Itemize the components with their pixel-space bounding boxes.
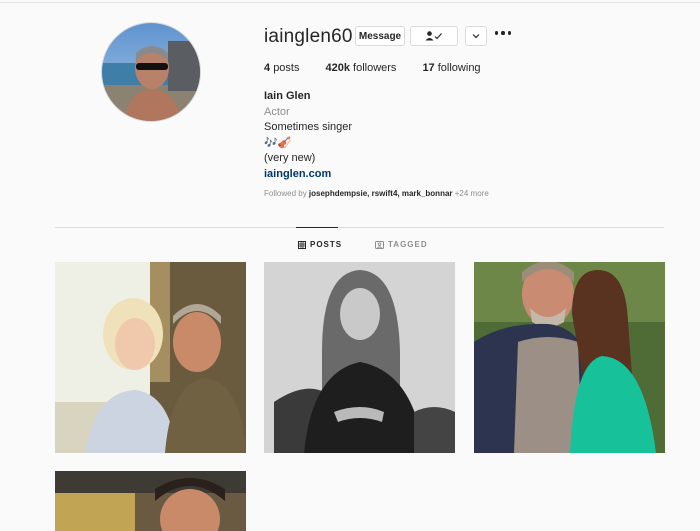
- post-thumbnail[interactable]: [474, 262, 665, 453]
- bio-line: Sometimes singer: [264, 121, 353, 133]
- post-thumbnail[interactable]: [55, 262, 246, 453]
- full-name: Iain Glen: [264, 90, 311, 102]
- followers-stat[interactable]: 420k followers: [325, 62, 396, 74]
- post-thumbnail[interactable]: [55, 471, 246, 531]
- more-options-icon[interactable]: [495, 31, 511, 37]
- posts-stat: 4 posts: [264, 62, 300, 74]
- followed-by[interactable]: Followed by josephdempsie, rswift4, mark…: [264, 189, 489, 198]
- post-thumbnail[interactable]: [264, 262, 455, 453]
- tabs-divider: [55, 227, 664, 228]
- profile-avatar[interactable]: [101, 22, 201, 122]
- chevron-down-icon: [472, 34, 480, 39]
- following-button[interactable]: [410, 26, 458, 46]
- top-divider: [0, 2, 700, 3]
- profile-username: iainglen60: [264, 26, 353, 47]
- following-stat[interactable]: 17 following: [422, 62, 480, 74]
- website-link[interactable]: iainglen.com: [264, 167, 352, 183]
- bio-emoji-line: 🎶🎻: [264, 136, 292, 149]
- person-check-icon: [425, 31, 442, 41]
- profile-bio: Iain Glen Actor Sometimes singer 🎶🎻 (ver…: [264, 89, 352, 182]
- tab-tagged[interactable]: TAGGED: [375, 240, 428, 249]
- message-button[interactable]: Message: [355, 26, 405, 46]
- tab-posts[interactable]: POSTS: [298, 240, 342, 249]
- active-tab-indicator: [296, 227, 338, 228]
- tag-icon: [375, 240, 384, 249]
- profile-stats: 4 posts 420k followers 17 following: [264, 62, 507, 74]
- grid-icon: [298, 240, 306, 249]
- bio-line: (very new): [264, 152, 316, 164]
- suggested-accounts-button[interactable]: [465, 26, 487, 46]
- category-label: Actor: [264, 105, 290, 118]
